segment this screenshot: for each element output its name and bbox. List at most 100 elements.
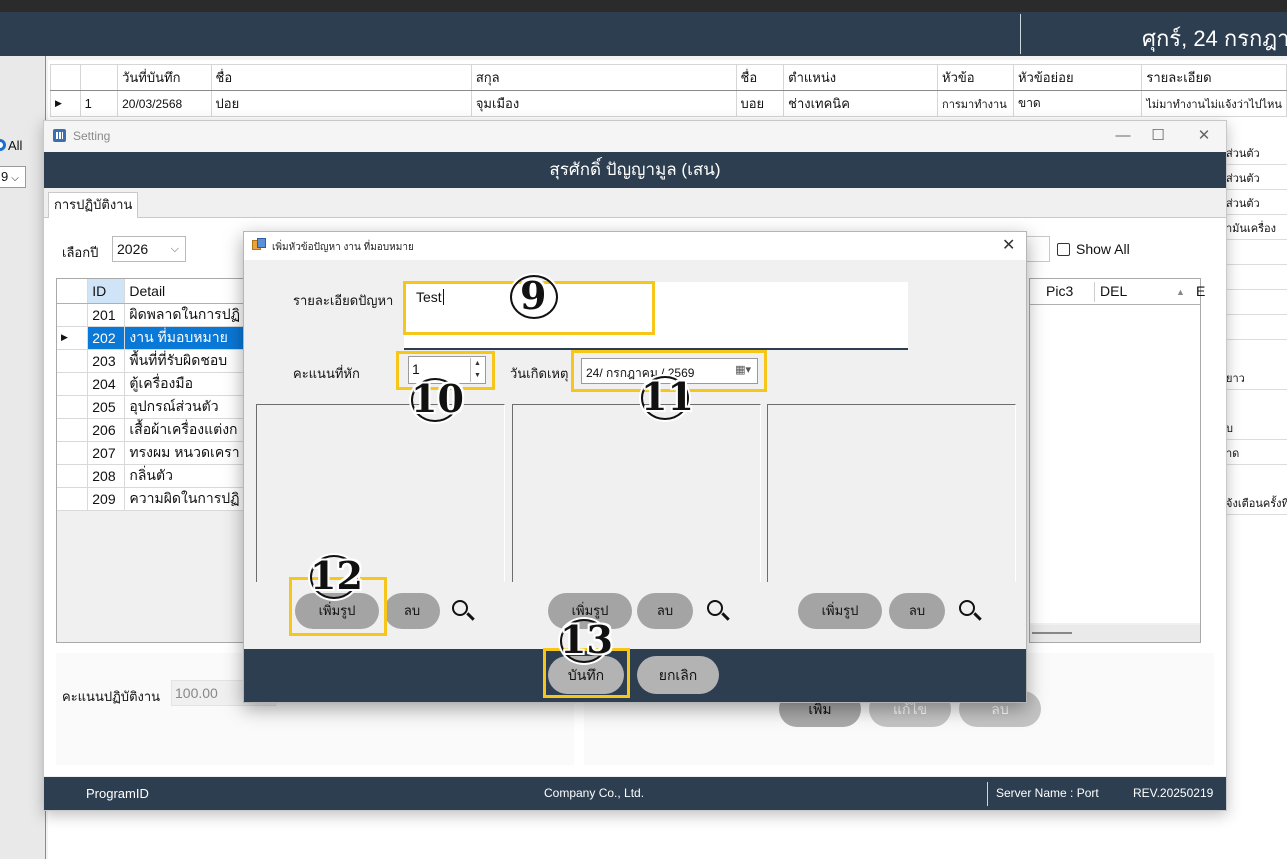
header-divider: [1020, 14, 1021, 54]
cancel-button[interactable]: ยกเลิก: [637, 656, 719, 694]
sort-up-icon: ▲: [1176, 287, 1185, 297]
setting-window-title: Setting: [73, 129, 111, 143]
col-header: [79, 64, 119, 91]
picture-box-2: [512, 404, 761, 582]
id-header[interactable]: ID: [87, 279, 126, 304]
maximize-icon[interactable]: ☐: [1146, 125, 1170, 147]
detail-cell: าด: [1224, 440, 1287, 465]
magnifier-icon[interactable]: [957, 598, 983, 624]
del-header[interactable]: DEL: [1100, 283, 1127, 299]
left-filter-panel: All 9 ⌵: [0, 56, 46, 859]
detail-cell: ส่วนตัว: [1224, 165, 1287, 190]
dialog-titlebar: เพิ่มหัวข้อปัญหา งาน ที่มอบหมาย ✕: [244, 232, 1026, 260]
cell-id: 205: [87, 395, 126, 419]
revision: REV.20250219: [1133, 786, 1214, 800]
app-icon: [53, 129, 66, 142]
magnifier-icon[interactable]: [705, 598, 731, 624]
cell-detail: กลิ่นตัว: [124, 464, 245, 488]
year-value: 2026: [117, 241, 149, 257]
table-row[interactable]: ▶ 1 20/03/2568 ปอย จุมเมือง บอย ช่างเทคน…: [50, 90, 1287, 117]
cell-id: 206: [87, 418, 126, 442]
topic-grid: ID Detail 201 ผิดพลาดในการปฏิ ▶ 202 งาน ที่…: [56, 278, 246, 643]
row-selector-icon: ▶: [50, 90, 81, 117]
step-number-13: 13: [560, 617, 613, 663]
cell-position: ช่างเทคนิค: [783, 90, 939, 117]
detail-header[interactable]: Detail: [124, 279, 245, 304]
add-picture-3-button[interactable]: เพิ่มรูป: [798, 593, 882, 629]
records-header-row: วันที่บันทึก ชื่อ สกุล ชื่อ ตำแหน่ง หัวข…: [50, 64, 1287, 91]
col-header: วันที่บันทึก: [117, 64, 212, 91]
problem-grid-rows: [1030, 305, 1200, 623]
delete-picture-1-button[interactable]: ลบ: [384, 593, 440, 629]
detail-cell: ส่วนตัว: [1224, 190, 1287, 215]
topic-header-row: ID Detail: [57, 279, 245, 304]
table-row[interactable]: 203 พื้นที่ที่รับผิดชอบ: [57, 349, 245, 373]
table-row[interactable]: 201 ผิดพลาดในการปฏิ: [57, 303, 245, 327]
row-header: [57, 487, 89, 511]
cell-detail: งาน ที่มอบหมาย: [124, 326, 245, 350]
left-select-value: 9: [1, 169, 9, 184]
detail-cell: ามันเครื่อง: [1224, 215, 1287, 240]
chevron-down-icon: ⌵: [11, 173, 19, 184]
dialog-footer: [244, 649, 1026, 702]
minimize-icon[interactable]: —: [1111, 125, 1135, 147]
company-name: Company Co., Ltd.: [544, 786, 645, 800]
cell-detail: อุปกรณ์ส่วนตัว: [124, 395, 245, 419]
table-row-selected[interactable]: ▶ 202 งาน ที่มอบหมาย: [57, 326, 245, 350]
row-selector-icon: ▶: [57, 326, 89, 350]
form-icon: [252, 238, 266, 252]
tab-performance[interactable]: การปฏิบัติงาน: [48, 192, 139, 218]
row-header: [57, 349, 89, 373]
close-icon[interactable]: ✕: [1002, 235, 1015, 255]
cell-detail: ผิดพลาดในการปฏิ: [124, 303, 245, 327]
table-row[interactable]: 208 กลิ่นตัว: [57, 464, 245, 488]
incident-date-label: วันเกิดเหตุ: [510, 366, 569, 381]
close-icon[interactable]: ✕: [1192, 125, 1216, 147]
col-header: ชื่อ: [735, 64, 785, 91]
table-row[interactable]: 205 อุปกรณ์ส่วนตัว: [57, 395, 245, 419]
detail-cell: ยาว: [1224, 365, 1287, 390]
detail-cell: [1224, 315, 1287, 340]
left-select[interactable]: 9 ⌵: [0, 166, 26, 188]
detail-cell: ส่วนตัว: [1224, 140, 1287, 165]
delete-picture-3-button[interactable]: ลบ: [889, 593, 945, 629]
show-all-label: Show All: [1076, 241, 1130, 257]
header-date: ศุกร์, 24 กรกฎา: [1142, 26, 1287, 51]
cell-date: 20/03/2568: [117, 90, 212, 117]
cell-id: 209: [87, 487, 126, 511]
records-table: วันที่บันทึก ชื่อ สกุล ชื่อ ตำแหน่ง หัวข…: [50, 64, 1287, 117]
chevron-down-icon: ⌵: [170, 243, 179, 255]
table-row[interactable]: 207 ทรงผม หนวดเครา: [57, 441, 245, 465]
detail-cell: จ้งเตือนครั้งที่: [1224, 490, 1287, 515]
horizontal-scrollbar[interactable]: [1030, 625, 1200, 642]
cell-id: 204: [87, 372, 126, 396]
col-header: ชื่อ: [210, 64, 472, 91]
cell-nickname: บอย: [735, 90, 785, 117]
cell-id: 208: [87, 464, 126, 488]
problem-detail-label: รายละเอียดปัญหา: [293, 293, 394, 308]
cell-id: 203: [87, 349, 126, 373]
cell-detail: ไม่มาทำงานไม่แจ้งว่าไปไหน: [1141, 90, 1287, 117]
row-header: [57, 372, 89, 396]
top-strip: [0, 0, 1287, 12]
col-header: [50, 64, 81, 91]
tab-row: การปฏิบัติงาน: [44, 188, 1226, 218]
magnifier-icon[interactable]: [450, 598, 476, 624]
problem-grid: Pic3 DEL ▲ E: [1029, 278, 1205, 643]
e-header[interactable]: E: [1196, 283, 1205, 299]
delete-picture-2-button[interactable]: ลบ: [637, 593, 693, 629]
year-select[interactable]: 2026 ⌵: [112, 236, 186, 262]
cell-detail: ความผิดในการปฏิ: [124, 487, 245, 511]
all-radio[interactable]: [0, 139, 6, 151]
table-row[interactable]: 209 ความผิดในการปฏิ: [57, 487, 245, 511]
cell-topic: การมาทำงาน: [937, 90, 1014, 117]
picture-box-1: [256, 404, 505, 582]
table-row[interactable]: 206 เสื้อผ้าเครื่องแต่งก: [57, 418, 245, 442]
row-header: [57, 303, 89, 327]
col-header: หัวข้อ: [937, 64, 1014, 91]
step-number-9: 9: [507, 273, 558, 319]
row-header-corner: [57, 279, 89, 304]
table-row[interactable]: 204 ตู้เครื่องมือ: [57, 372, 245, 396]
pic3-header[interactable]: Pic3: [1046, 283, 1073, 299]
show-all-checkbox[interactable]: [1057, 243, 1070, 256]
